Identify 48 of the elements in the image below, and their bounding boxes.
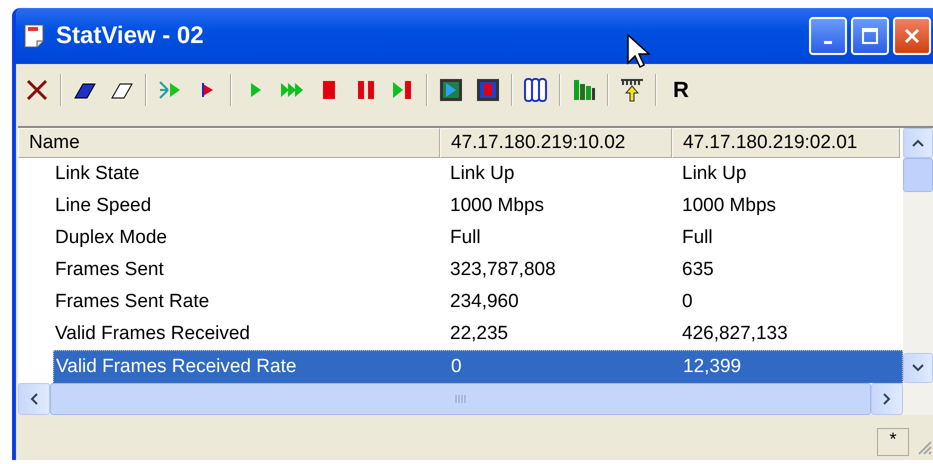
window-title: StatView - 02: [56, 22, 204, 50]
table-cell-text: 12,399: [682, 356, 742, 378]
table-cell-text: 635: [681, 259, 715, 281]
table-cell-text: Link Up: [681, 163, 748, 185]
table-cell-text: Link Up: [449, 163, 516, 185]
scroll-right-button[interactable]: [871, 383, 903, 415]
table-row[interactable]: Line Speed 1000 Mbps 1000 Mbps: [18, 190, 903, 222]
table-cell-text: 0: [681, 291, 694, 313]
table-cell-text: 323,787,808: [449, 259, 557, 281]
close-icon: [903, 27, 921, 45]
scroll-up-button[interactable]: [903, 128, 933, 158]
table-cell-text: Frames Sent: [54, 259, 165, 281]
maximize-icon: [861, 27, 879, 45]
table-cell-text: Link State: [54, 163, 140, 185]
scroll-down-button[interactable]: [903, 353, 933, 383]
close-button[interactable]: [893, 17, 931, 55]
table-cell-text: Duplex Mode: [54, 227, 168, 249]
column-header[interactable]: 47.17.180.219:02.01: [672, 128, 900, 158]
table-cell-text: Full: [681, 227, 714, 249]
table-cell-text: 1000 Mbps: [449, 195, 546, 217]
table-cell-text: Valid Frames Received: [54, 323, 252, 345]
vertical-scrollbar[interactable]: [903, 128, 933, 383]
grip-icon: [454, 394, 466, 404]
table-cell-text: Full: [449, 227, 482, 249]
table-cell-text: Valid Frames Received Rate: [55, 356, 298, 378]
table-cell-text: 0: [450, 356, 463, 378]
table-row[interactable]: Frames Sent Rate 234,960 0: [18, 286, 903, 318]
column-header[interactable]: Name: [18, 128, 440, 158]
table-cell-text: Line Speed: [54, 195, 152, 217]
mouse-pointer-icon: [626, 33, 650, 69]
table-row[interactable]: Duplex Mode Full Full: [18, 222, 903, 254]
r-button[interactable]: R: [663, 77, 699, 103]
minimize-button[interactable]: [809, 17, 847, 55]
scroll-left-button[interactable]: [18, 383, 50, 415]
table-cell-text: 234,960: [449, 291, 520, 313]
selected-row[interactable]: Valid Frames Received Rate 0 12,399: [53, 350, 903, 383]
table-row[interactable]: Frames Sent 323,787,808 635: [18, 254, 903, 286]
minimize-icon: [823, 41, 833, 45]
table-cell-text: 426,827,133: [681, 323, 789, 345]
maximize-button[interactable]: [851, 17, 889, 55]
table-cell-text: 22,235: [449, 323, 510, 345]
table-row[interactable]: Link State Link Up Link Up: [18, 158, 903, 190]
table-row[interactable]: Valid Frames Received 22,235 426,827,133: [18, 318, 903, 350]
scroll-thumb[interactable]: [903, 158, 933, 192]
status-panel: *: [877, 428, 909, 456]
column-header[interactable]: 47.17.180.219:10.02: [440, 128, 672, 158]
table-cell-text: 1000 Mbps: [681, 195, 778, 217]
table-cell-text: Frames Sent Rate: [54, 291, 210, 313]
